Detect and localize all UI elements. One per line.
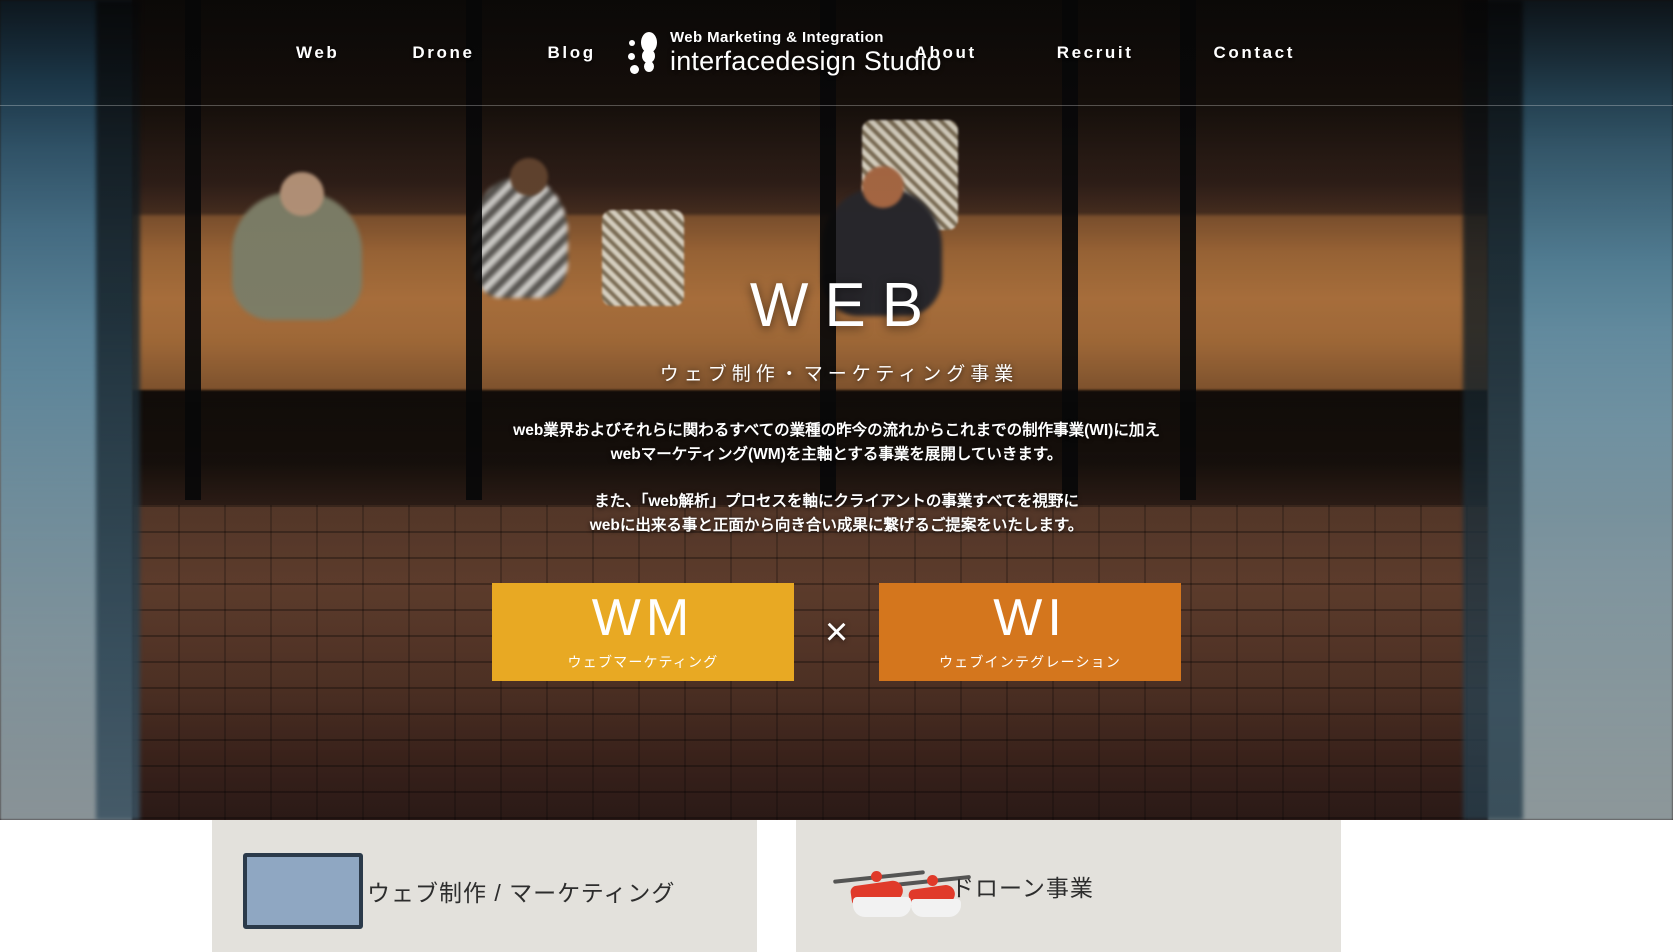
hero-paragraph-1: web業界およびそれらに関わるすべての業種の昨今の流れからこれまでの制作事業(W… bbox=[513, 419, 1160, 467]
badge-wi-code: WI bbox=[993, 589, 1067, 648]
badge-wi-label: ウェブインテグレーション bbox=[938, 654, 1122, 671]
service-card-drone-title: ドローン事業 bbox=[951, 875, 1094, 901]
service-card-web[interactable]: ウェブ制作 / マーケティング bbox=[212, 820, 757, 952]
monitor-icon bbox=[239, 853, 367, 929]
page-title: WEB bbox=[749, 271, 940, 340]
service-card-drone[interactable]: ドローン事業 bbox=[796, 820, 1341, 952]
nav-link-contact[interactable]: Contact bbox=[1214, 43, 1295, 63]
site-navigation: Web Drone Blog Web Marketing & Integrati… bbox=[0, 0, 1673, 106]
badge-wm[interactable]: WM ウェブマーケティング bbox=[492, 583, 794, 682]
hero-paragraph-2-line-2: webに出来る事と正面から向き合い成果に繋げるご提案をいたします。 bbox=[589, 517, 1084, 535]
badge-wm-code: WM bbox=[591, 589, 695, 648]
nav-link-blog[interactable]: Blog bbox=[548, 43, 596, 63]
hero-paragraph-1-line-1: web業界およびそれらに関わるすべての業種の昨今の流れからこれまでの制作事業(W… bbox=[513, 422, 1160, 439]
services-section: ウェブ制作 / マーケティング ドローン事業 bbox=[0, 820, 1673, 952]
services-card-row: ウェブ制作 / マーケティング ドローン事業 bbox=[212, 820, 1341, 952]
page-root: Web Drone Blog Web Marketing & Integrati… bbox=[0, 0, 1673, 952]
drone-icon bbox=[823, 853, 971, 919]
brand-name: interfacedesign Studio bbox=[670, 46, 942, 76]
nav-link-recruit[interactable]: Recruit bbox=[1057, 43, 1134, 63]
nav-links-left: Web Drone Blog bbox=[296, 0, 596, 105]
footprint-logo-icon bbox=[628, 30, 661, 78]
nav-link-web[interactable]: Web bbox=[296, 43, 339, 63]
nav-links-right: About Recruit Contact bbox=[915, 0, 1295, 105]
page-subtitle: ウェブ制作・マーケティング事業 bbox=[659, 364, 1019, 385]
badge-wm-label: ウェブマーケティング bbox=[567, 654, 719, 671]
service-card-drone-inner: ドローン事業 bbox=[796, 820, 1341, 919]
brand-text: Web Marketing & Integration interfacedes… bbox=[670, 30, 942, 75]
hero-content: WEB ウェブ制作・マーケティング事業 web業界およびそれらに関わるすべての業… bbox=[0, 0, 1673, 820]
badge-separator: × bbox=[824, 609, 849, 654]
badges-row: WM ウェブマーケティング × WI ウェブインテグレーション bbox=[492, 583, 1181, 682]
badge-wi[interactable]: WI ウェブインテグレーション bbox=[879, 583, 1181, 682]
nav-inner: Web Drone Blog Web Marketing & Integrati… bbox=[0, 0, 1673, 105]
brand-tagline: Web Marketing & Integration bbox=[670, 29, 884, 46]
brand-logo[interactable]: Web Marketing & Integration interfacedes… bbox=[628, 30, 942, 78]
hero-paragraph-1-line-2: webマーケティング(WM)を主軸とする事業を展開していきます。 bbox=[610, 446, 1063, 464]
nav-link-about[interactable]: About bbox=[915, 43, 977, 63]
hero-section: Web Drone Blog Web Marketing & Integrati… bbox=[0, 0, 1673, 820]
service-card-web-inner: ウェブ制作 / マーケティング bbox=[212, 820, 757, 929]
hero-paragraph-2: また、「web解析」プロセスを軸にクライアントの事業すべてを視野に webに出来… bbox=[590, 490, 1084, 538]
hero-paragraph-2-line-1: また、「web解析」プロセスを軸にクライアントの事業すべてを視野に bbox=[594, 493, 1079, 511]
service-card-web-title: ウェブ制作 / マーケティング bbox=[367, 880, 676, 906]
nav-link-drone[interactable]: Drone bbox=[412, 43, 474, 63]
